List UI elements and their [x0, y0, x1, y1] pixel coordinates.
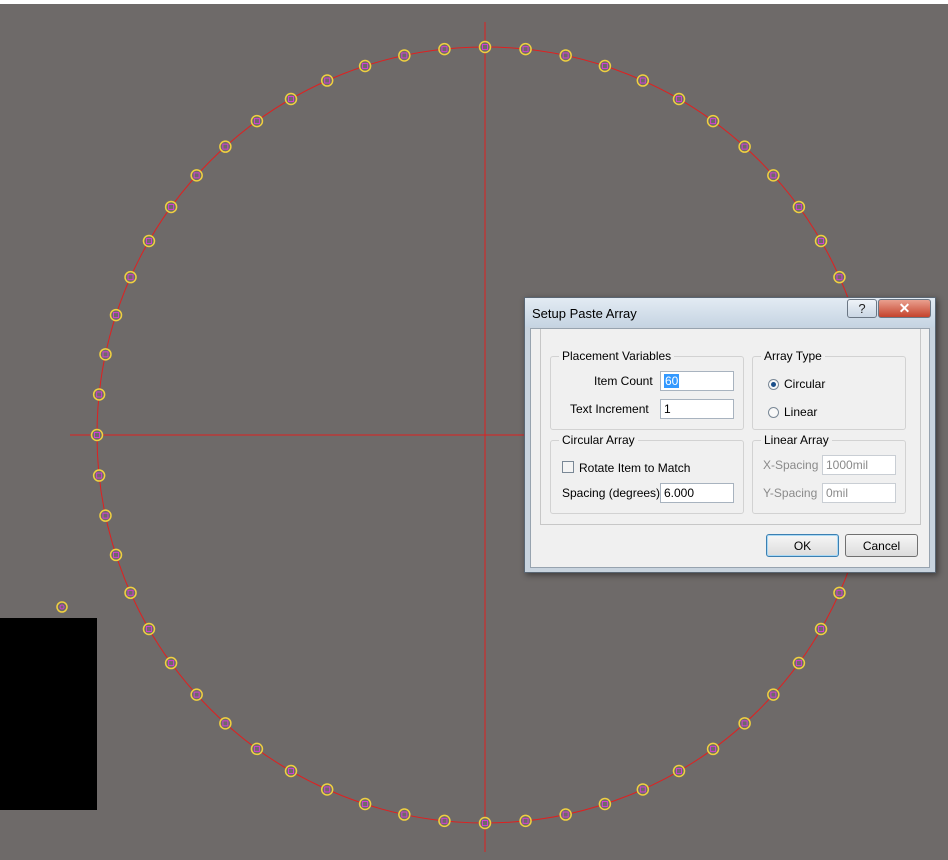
item-count-label: Item Count [594, 374, 653, 388]
pad[interactable] [109, 308, 123, 322]
pad[interactable] [92, 469, 106, 482]
pad[interactable] [320, 783, 334, 796]
pad[interactable] [250, 742, 264, 756]
item-count-value: 60 [664, 374, 680, 388]
dialog-title: Setup Paste Array [532, 306, 637, 321]
pad[interactable] [598, 797, 612, 811]
x-spacing-label: X-Spacing [763, 458, 819, 472]
pad[interactable] [478, 40, 492, 54]
pad[interactable] [478, 816, 492, 830]
pad[interactable] [190, 688, 203, 701]
pad[interactable] [438, 42, 451, 56]
pad[interactable] [636, 783, 650, 796]
rotate-item-label[interactable]: Rotate Item to Match [579, 461, 690, 475]
y-spacing-label: Y-Spacing [763, 486, 818, 500]
circular-array-title: Circular Array [559, 433, 638, 447]
pad[interactable] [250, 114, 264, 128]
pad[interactable] [767, 688, 780, 701]
pad[interactable] [142, 234, 156, 248]
array-type-group: Array Type Circular Linear [752, 349, 906, 430]
pad[interactable] [738, 140, 751, 153]
placement-variables-group: Placement Variables Item Count 60 Text I… [550, 349, 744, 430]
pad[interactable] [142, 622, 156, 636]
pad[interactable] [358, 59, 372, 73]
circular-radio[interactable] [768, 379, 779, 390]
pad[interactable] [833, 586, 846, 600]
pad[interactable] [92, 388, 106, 401]
black-overlay-block [0, 618, 97, 810]
pad[interactable] [90, 428, 104, 442]
placement-variables-title: Placement Variables [559, 349, 675, 363]
pad[interactable] [99, 509, 112, 522]
pad[interactable] [738, 717, 751, 730]
pad[interactable] [519, 42, 532, 56]
close-button[interactable]: ✕ [878, 299, 931, 318]
pad[interactable] [190, 169, 203, 182]
pad[interactable] [398, 808, 411, 821]
pad[interactable] [706, 114, 720, 128]
pad[interactable] [598, 59, 612, 73]
pad[interactable] [164, 656, 178, 670]
linear-radio[interactable] [768, 407, 779, 418]
linear-array-title: Linear Array [761, 433, 832, 447]
dialog-body: Placement Variables Item Count 60 Text I… [530, 328, 930, 568]
pad[interactable] [124, 586, 137, 600]
pad[interactable] [438, 814, 451, 828]
array-type-title: Array Type [761, 349, 825, 363]
options-panel: Placement Variables Item Count 60 Text I… [540, 329, 921, 525]
pad[interactable] [814, 622, 828, 636]
rotate-item-checkbox[interactable] [562, 461, 574, 473]
circular-array-group: Circular Array Rotate Item to Match Spac… [550, 433, 744, 514]
linear-label[interactable]: Linear [784, 405, 817, 419]
pad[interactable] [636, 74, 650, 87]
pad[interactable] [109, 548, 123, 562]
stray-pad [56, 601, 68, 613]
x-spacing-field: 1000mil [822, 455, 896, 475]
pad[interactable] [792, 200, 806, 214]
pad[interactable] [559, 808, 572, 821]
text-increment-label: Text Increment [570, 402, 649, 416]
pad[interactable] [358, 797, 372, 811]
pad[interactable] [519, 814, 532, 828]
pad[interactable] [284, 92, 298, 106]
pad[interactable] [219, 717, 232, 730]
spacing-degrees-label: Spacing (degrees) [562, 486, 661, 500]
ok-button[interactable]: OK [766, 534, 839, 557]
linear-array-group: Linear Array X-Spacing 1000mil Y-Spacing… [752, 433, 906, 514]
pad[interactable] [398, 49, 411, 62]
pad[interactable] [706, 742, 720, 756]
pad[interactable] [99, 348, 112, 361]
spacing-degrees-field[interactable]: 6.000 [660, 483, 734, 503]
pad[interactable] [124, 270, 137, 284]
pad[interactable] [672, 92, 686, 106]
pad[interactable] [814, 234, 828, 248]
pad[interactable] [164, 200, 178, 214]
pad[interactable] [320, 74, 334, 87]
pad[interactable] [792, 656, 806, 670]
pad[interactable] [767, 169, 780, 182]
pad[interactable] [284, 764, 298, 778]
pad[interactable] [219, 140, 232, 153]
circular-label[interactable]: Circular [784, 377, 825, 391]
pad[interactable] [672, 764, 686, 778]
item-count-field[interactable]: 60 [660, 371, 734, 391]
cancel-button[interactable]: Cancel [845, 534, 918, 557]
dialog-titlebar[interactable]: Setup Paste Array ? ✕ [525, 298, 935, 327]
setup-paste-array-dialog: Setup Paste Array ? ✕ Placement Variable… [524, 297, 936, 573]
help-button[interactable]: ? [847, 299, 877, 318]
text-increment-field[interactable]: 1 [660, 399, 734, 419]
pad[interactable] [559, 49, 572, 62]
y-spacing-field: 0mil [822, 483, 896, 503]
pad[interactable] [833, 270, 846, 284]
